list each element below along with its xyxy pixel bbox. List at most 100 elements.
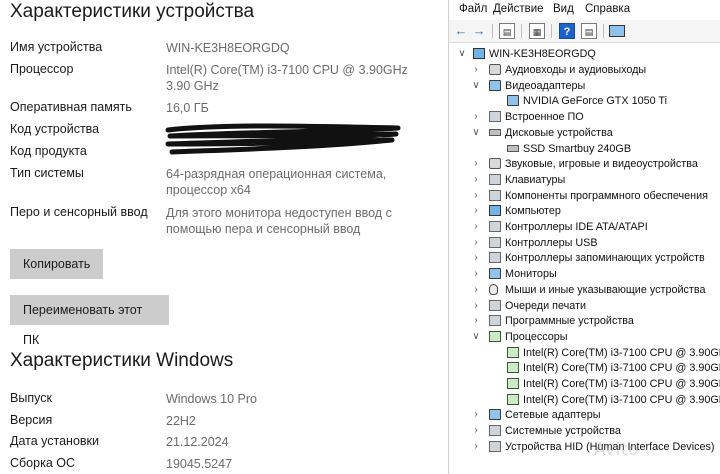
- expand-icon[interactable]: ›: [471, 250, 481, 266]
- tree-category-item[interactable]: ∨ Видеоадаптеры: [449, 78, 720, 94]
- expand-icon[interactable]: ›: [471, 407, 481, 423]
- menu-action[interactable]: Действие: [493, 3, 544, 15]
- software-component-icon: [489, 189, 501, 201]
- expand-icon[interactable]: ›: [471, 203, 481, 219]
- forward-arrow-icon[interactable]: →: [471, 23, 487, 39]
- os-build-value: 19045.5247: [166, 457, 233, 471]
- processor-icon: [489, 330, 501, 342]
- processor-icon: [507, 378, 519, 389]
- tree-category-item[interactable]: › Компьютер: [449, 203, 720, 219]
- pen-touch-label: Перо и сенсорный ввод: [10, 205, 148, 219]
- expand-icon[interactable]: ›: [471, 313, 481, 329]
- display-adapter-icon: [489, 79, 501, 91]
- version-value: 22H2: [166, 414, 196, 428]
- expand-icon[interactable]: ›: [471, 235, 481, 251]
- tree-item-label: Сетевые адаптеры: [505, 409, 601, 422]
- expand-icon[interactable]: ›: [471, 439, 481, 455]
- edition-label: Выпуск: [10, 391, 52, 405]
- redaction-scribble: [165, 123, 401, 155]
- avito-watermark: Avito: [594, 440, 639, 460]
- expand-icon[interactable]: ›: [471, 188, 481, 204]
- collapse-icon[interactable]: ∨: [471, 125, 481, 141]
- expand-icon[interactable]: ›: [471, 423, 481, 439]
- processor-icon: [507, 362, 519, 374]
- toolbar-separator: [521, 24, 522, 38]
- view-icon[interactable]: ▦: [529, 23, 545, 39]
- collapse-icon[interactable]: ∨: [471, 329, 481, 345]
- properties-icon[interactable]: ▤: [499, 23, 515, 39]
- tree-device-item[interactable]: SSD Smartbuy 240GB: [449, 141, 720, 157]
- tree-category-item[interactable]: › Сетевые адаптеры: [449, 407, 720, 423]
- rename-pc-button[interactable]: Переименовать этот ПК: [10, 295, 169, 347]
- tree-category-item[interactable]: › Программные устройства: [449, 313, 720, 329]
- version-label: Версия: [10, 413, 53, 427]
- tree-item-label: Мыши и иные указывающие устройства: [505, 283, 706, 296]
- tree-category-item[interactable]: › Очереди печати: [449, 298, 720, 314]
- tree-category-item[interactable]: ∨ Дисковые устройства: [449, 125, 720, 141]
- toolbar-separator: [551, 24, 552, 38]
- menu-bar: Файл Действие Вид Справка: [449, 0, 720, 20]
- tree-category-item[interactable]: › Контроллеры IDE ATA/ATAPI: [449, 219, 720, 235]
- system-device-icon: [489, 425, 501, 437]
- expand-icon[interactable]: ›: [471, 109, 481, 125]
- tree-device-item[interactable]: Intel(R) Core(TM) i3-7100 CPU @ 3.90GHz: [449, 376, 720, 392]
- disk-drive-icon: [489, 128, 501, 136]
- tree-category-item[interactable]: › Контроллеры USB: [449, 235, 720, 251]
- about-settings-panel: Характеристики устройства Имя устройства…: [0, 0, 448, 474]
- ram-label: Оперативная память: [10, 100, 132, 114]
- disk-drive-icon: [507, 144, 519, 152]
- copy-button[interactable]: Копировать: [10, 249, 103, 279]
- processor-label: Процессор: [10, 62, 74, 76]
- tree-category-item[interactable]: › Компоненты программного обеспечения: [449, 188, 720, 204]
- printer-icon: [489, 299, 501, 311]
- expand-icon[interactable]: ›: [471, 156, 481, 172]
- display-adapter-icon: [507, 95, 519, 107]
- tree-category-item[interactable]: › Клавиатуры: [449, 172, 720, 188]
- tree-root[interactable]: ∨ WIN-KE3H8EORGDQ: [449, 46, 720, 62]
- edition-value: Windows 10 Pro: [166, 392, 258, 406]
- expand-icon[interactable]: ›: [471, 282, 481, 298]
- processor-icon: [507, 346, 519, 358]
- tree-category-item[interactable]: › Аудиовходы и аудиовыходы: [449, 62, 720, 78]
- collapse-icon[interactable]: ∨: [471, 78, 481, 94]
- menu-help[interactable]: Справка: [585, 3, 630, 15]
- expand-icon[interactable]: ›: [471, 172, 481, 188]
- back-arrow-icon[interactable]: ←: [453, 23, 469, 39]
- tree-category-item[interactable]: › Встроенное ПО: [449, 109, 720, 125]
- view-list-icon[interactable]: ▤: [581, 23, 597, 39]
- device-name-value: WIN-KE3H8EORGDQ: [166, 41, 290, 55]
- device-name-label: Имя устройства: [10, 40, 103, 54]
- expand-icon[interactable]: ›: [471, 266, 481, 282]
- expand-icon[interactable]: ›: [471, 62, 481, 78]
- speaker-icon: [489, 64, 501, 75]
- ide-controller-icon: [489, 221, 501, 232]
- tree-category-item[interactable]: › Контроллеры запоминающих устройств: [449, 250, 720, 266]
- menu-view[interactable]: Вид: [553, 3, 574, 15]
- menu-file[interactable]: Файл: [459, 3, 487, 15]
- tree-device-item[interactable]: NVIDIA GeForce GTX 1050 Ti: [449, 93, 720, 109]
- tree-item-label: NVIDIA GeForce GTX 1050 Ti: [523, 95, 668, 108]
- collapse-icon[interactable]: ∨: [457, 46, 467, 62]
- tree-category-item[interactable]: › Мониторы: [449, 266, 720, 282]
- ram-value: 16,0 ГБ: [166, 101, 209, 115]
- help-icon[interactable]: ?: [559, 23, 575, 39]
- expand-icon[interactable]: ›: [471, 298, 481, 314]
- tree-category-item[interactable]: › Устройства HID (Human Interface Devices…: [449, 439, 720, 455]
- tree-category-item[interactable]: › Звуковые, игровые и видеоустройства: [449, 156, 720, 172]
- tree-category-item[interactable]: › Мыши и иные указывающие устройства: [449, 282, 720, 298]
- tree-category-item[interactable]: ∨ Процессоры: [449, 329, 720, 345]
- tree-device-item[interactable]: Intel(R) Core(TM) i3-7100 CPU @ 3.90GHz: [449, 360, 720, 376]
- device-id-label: Код устройства: [10, 122, 100, 136]
- tree-item-label: Контроллеры запоминающих устройств: [505, 252, 705, 265]
- tree-item-label: Компоненты программного обеспечения: [505, 189, 708, 202]
- expand-icon[interactable]: ›: [471, 219, 481, 235]
- tree-category-item[interactable]: › Системные устройства: [449, 423, 720, 439]
- tree-item-label: SSD Smartbuy 240GB: [523, 142, 632, 155]
- toolbar-separator: [603, 24, 604, 38]
- os-build-label: Сборка ОС: [10, 456, 76, 470]
- tree-device-item[interactable]: Intel(R) Core(TM) i3-7100 CPU @ 3.90GHz: [449, 392, 720, 408]
- toolbar-separator: [492, 24, 493, 38]
- monitor-icon[interactable]: [609, 25, 625, 37]
- tree-item-label: Клавиатуры: [505, 173, 566, 186]
- tree-device-item[interactable]: Intel(R) Core(TM) i3-7100 CPU @ 3.90GHz: [449, 345, 720, 361]
